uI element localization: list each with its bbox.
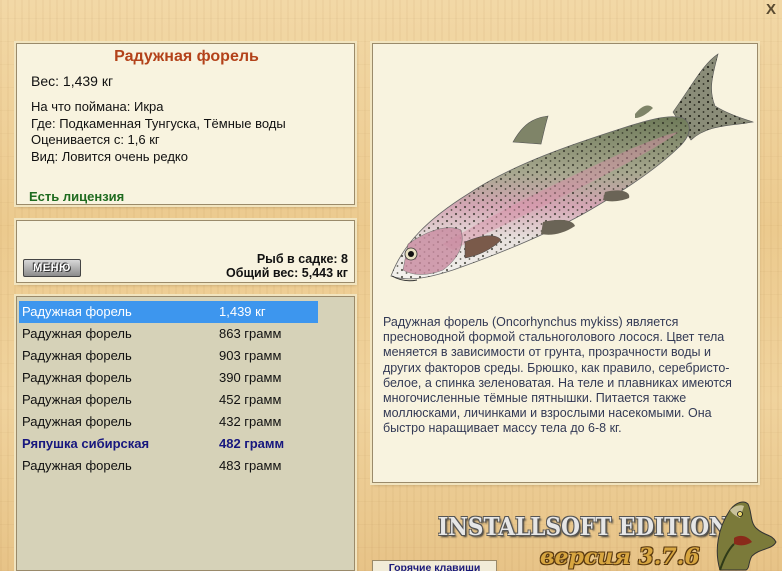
catch-list-item[interactable]: Ряпушка сибирская 482 грамм — [19, 433, 318, 455]
keepnet-summary-panel: МЕНЮ Рыб в садке: 8 Общий вес: 5,443 кг — [16, 220, 355, 283]
keepnet-stats: Рыб в садке: 8 Общий вес: 5,443 кг — [226, 252, 348, 280]
pike-icon — [716, 501, 777, 571]
fish-count: Рыб в садке: 8 — [256, 252, 348, 266]
catch-list-item[interactable]: Радужная форель 432 грамм — [19, 411, 318, 433]
version-label: версия 3.7.6 — [540, 544, 700, 570]
license-status: Есть лицензия — [29, 189, 125, 204]
catch-list-item[interactable]: Радужная форель 903 грамм — [19, 345, 318, 367]
catch-item-name: Радужная форель — [22, 414, 132, 429]
fish-title: Радужная форель — [114, 48, 259, 65]
catch-item-name: Радужная форель — [22, 392, 132, 407]
hotkeys-button[interactable]: Горячие клавиши — [372, 560, 497, 571]
brand-title: INSTALLSOFT EDITION — [438, 512, 729, 541]
catch-item-weight: 482 грамм — [219, 436, 285, 451]
catch-list-item[interactable]: Радужная форель 863 грамм — [19, 323, 318, 345]
catch-item-weight: 483 грамм — [219, 458, 282, 473]
catch-item-name: Радужная форель — [22, 304, 132, 319]
catch-list-item[interactable]: Радужная форель 390 грамм — [19, 367, 318, 389]
menu-button[interactable]: МЕНЮ — [23, 259, 81, 277]
catch-list-item[interactable]: Радужная форель 1,439 кг — [19, 301, 318, 323]
catch-item-weight: 452 грамм — [219, 392, 282, 407]
fish-info-panel: Радужная форель Вес: 1,439 кг На что пой… — [16, 43, 355, 205]
catch-item-name: Ряпушка сибирская — [22, 436, 150, 451]
catch-list-item[interactable]: Радужная форель 483 грамм — [19, 455, 318, 477]
catch-item-weight: 863 грамм — [219, 326, 282, 341]
fish-bait: На что поймана: Икра — [31, 99, 164, 114]
fish-price: Оценивается с: 1,6 кг — [31, 132, 160, 147]
catch-item-name: Радужная форель — [22, 370, 132, 385]
catch-item-weight: 432 грамм — [219, 414, 282, 429]
catch-item-weight: 1,439 кг — [219, 304, 266, 319]
close-button[interactable]: X — [764, 2, 778, 18]
fish-rarity: Вид: Ловится очень редко — [31, 148, 188, 164]
catch-item-name: Радужная форель — [22, 458, 132, 473]
catch-list: Радужная форель 1,439 кг Радужная форель 86… — [16, 296, 355, 571]
catch-item-weight: 390 грамм — [219, 370, 282, 385]
catch-item-weight: 903 грамм — [219, 348, 282, 363]
fish-weight: Вес: 1,439 кг — [31, 73, 114, 89]
fish-picture-panel: Радужная форель (Oncorhynchus mykiss) яв… — [372, 43, 758, 483]
catch-item-name: Радужная форель — [22, 326, 132, 341]
total-weight: Общий вес: 5,443 кг — [226, 266, 348, 280]
fish-location: Где: Подкаменная Тунгуска, Тёмные воды — [31, 115, 286, 131]
catch-list-item[interactable]: Радужная форель 452 грамм — [19, 389, 318, 411]
fish-description: Радужная форель (Oncorhynchus mykiss) яв… — [383, 315, 732, 436]
catch-item-name: Радужная форель — [22, 348, 132, 363]
